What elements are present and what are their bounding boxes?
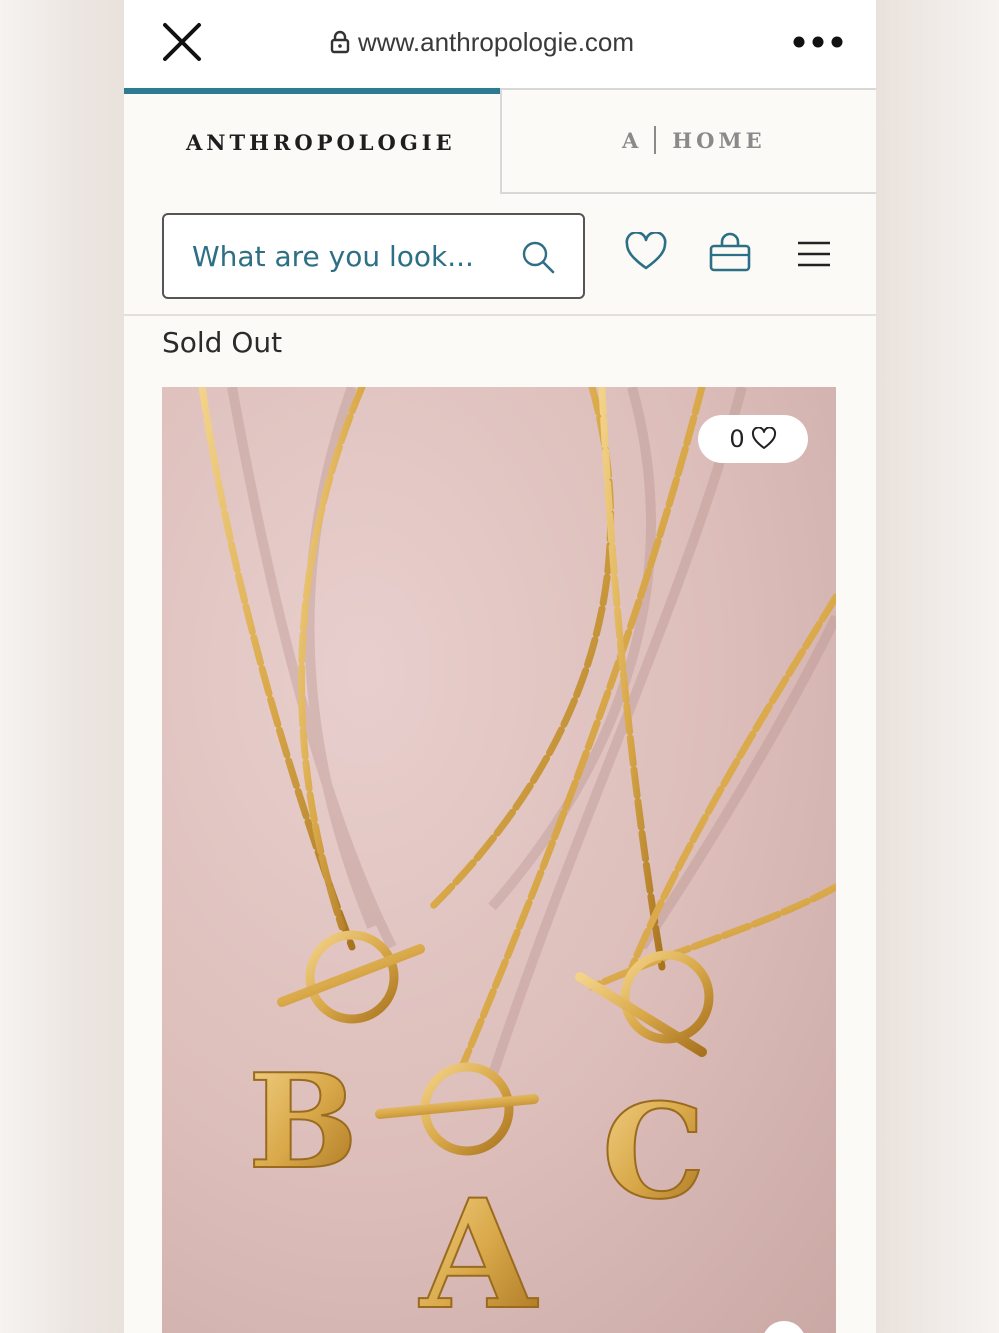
search-icon[interactable] [520, 239, 556, 275]
menu-icon[interactable] [796, 240, 832, 268]
close-icon[interactable] [162, 22, 202, 62]
a-home-logo-home: HOME [672, 127, 766, 153]
logo-divider [654, 126, 657, 154]
background-left [0, 0, 124, 1333]
a-home-logo-a: A [622, 127, 643, 153]
url-text: www.anthropologie.com [358, 26, 635, 57]
pendant-a: A [418, 1167, 539, 1333]
bag-icon[interactable] [708, 230, 752, 274]
favorite-count: 0 [729, 425, 745, 453]
favorite-button[interactable]: 0 [698, 415, 808, 463]
product-status: Sold Out [162, 326, 283, 359]
more-icon[interactable] [792, 34, 844, 48]
search-input[interactable] [192, 233, 502, 279]
brand-tabs: ANTHROPOLOGIE A HOME [124, 88, 876, 194]
tab-anthropologie-label: ANTHROPOLOGIE [186, 130, 456, 155]
background-right [876, 0, 999, 1333]
search-header [124, 194, 876, 316]
address-bar[interactable]: www.anthropologie.com [330, 24, 634, 60]
browser-bar: www.anthropologie.com [124, 0, 876, 88]
lock-icon [330, 30, 350, 54]
product-image[interactable]: B A C 0 [162, 387, 836, 1333]
pendant-c: C [602, 1075, 705, 1228]
search-box [162, 213, 585, 299]
heart-icon [751, 427, 776, 449]
a-home-logo: A HOME [622, 126, 766, 154]
necklaces-photo: B A C [198, 387, 836, 1333]
tab-a-home[interactable]: A HOME [500, 88, 876, 194]
heart-icon[interactable] [624, 231, 668, 272]
mobile-viewport: www.anthropologie.com ANTHROPOLOGIE A HO… [124, 0, 876, 1333]
pendant-b: B [248, 1045, 358, 1198]
tab-anthropologie[interactable]: ANTHROPOLOGIE [124, 88, 500, 194]
